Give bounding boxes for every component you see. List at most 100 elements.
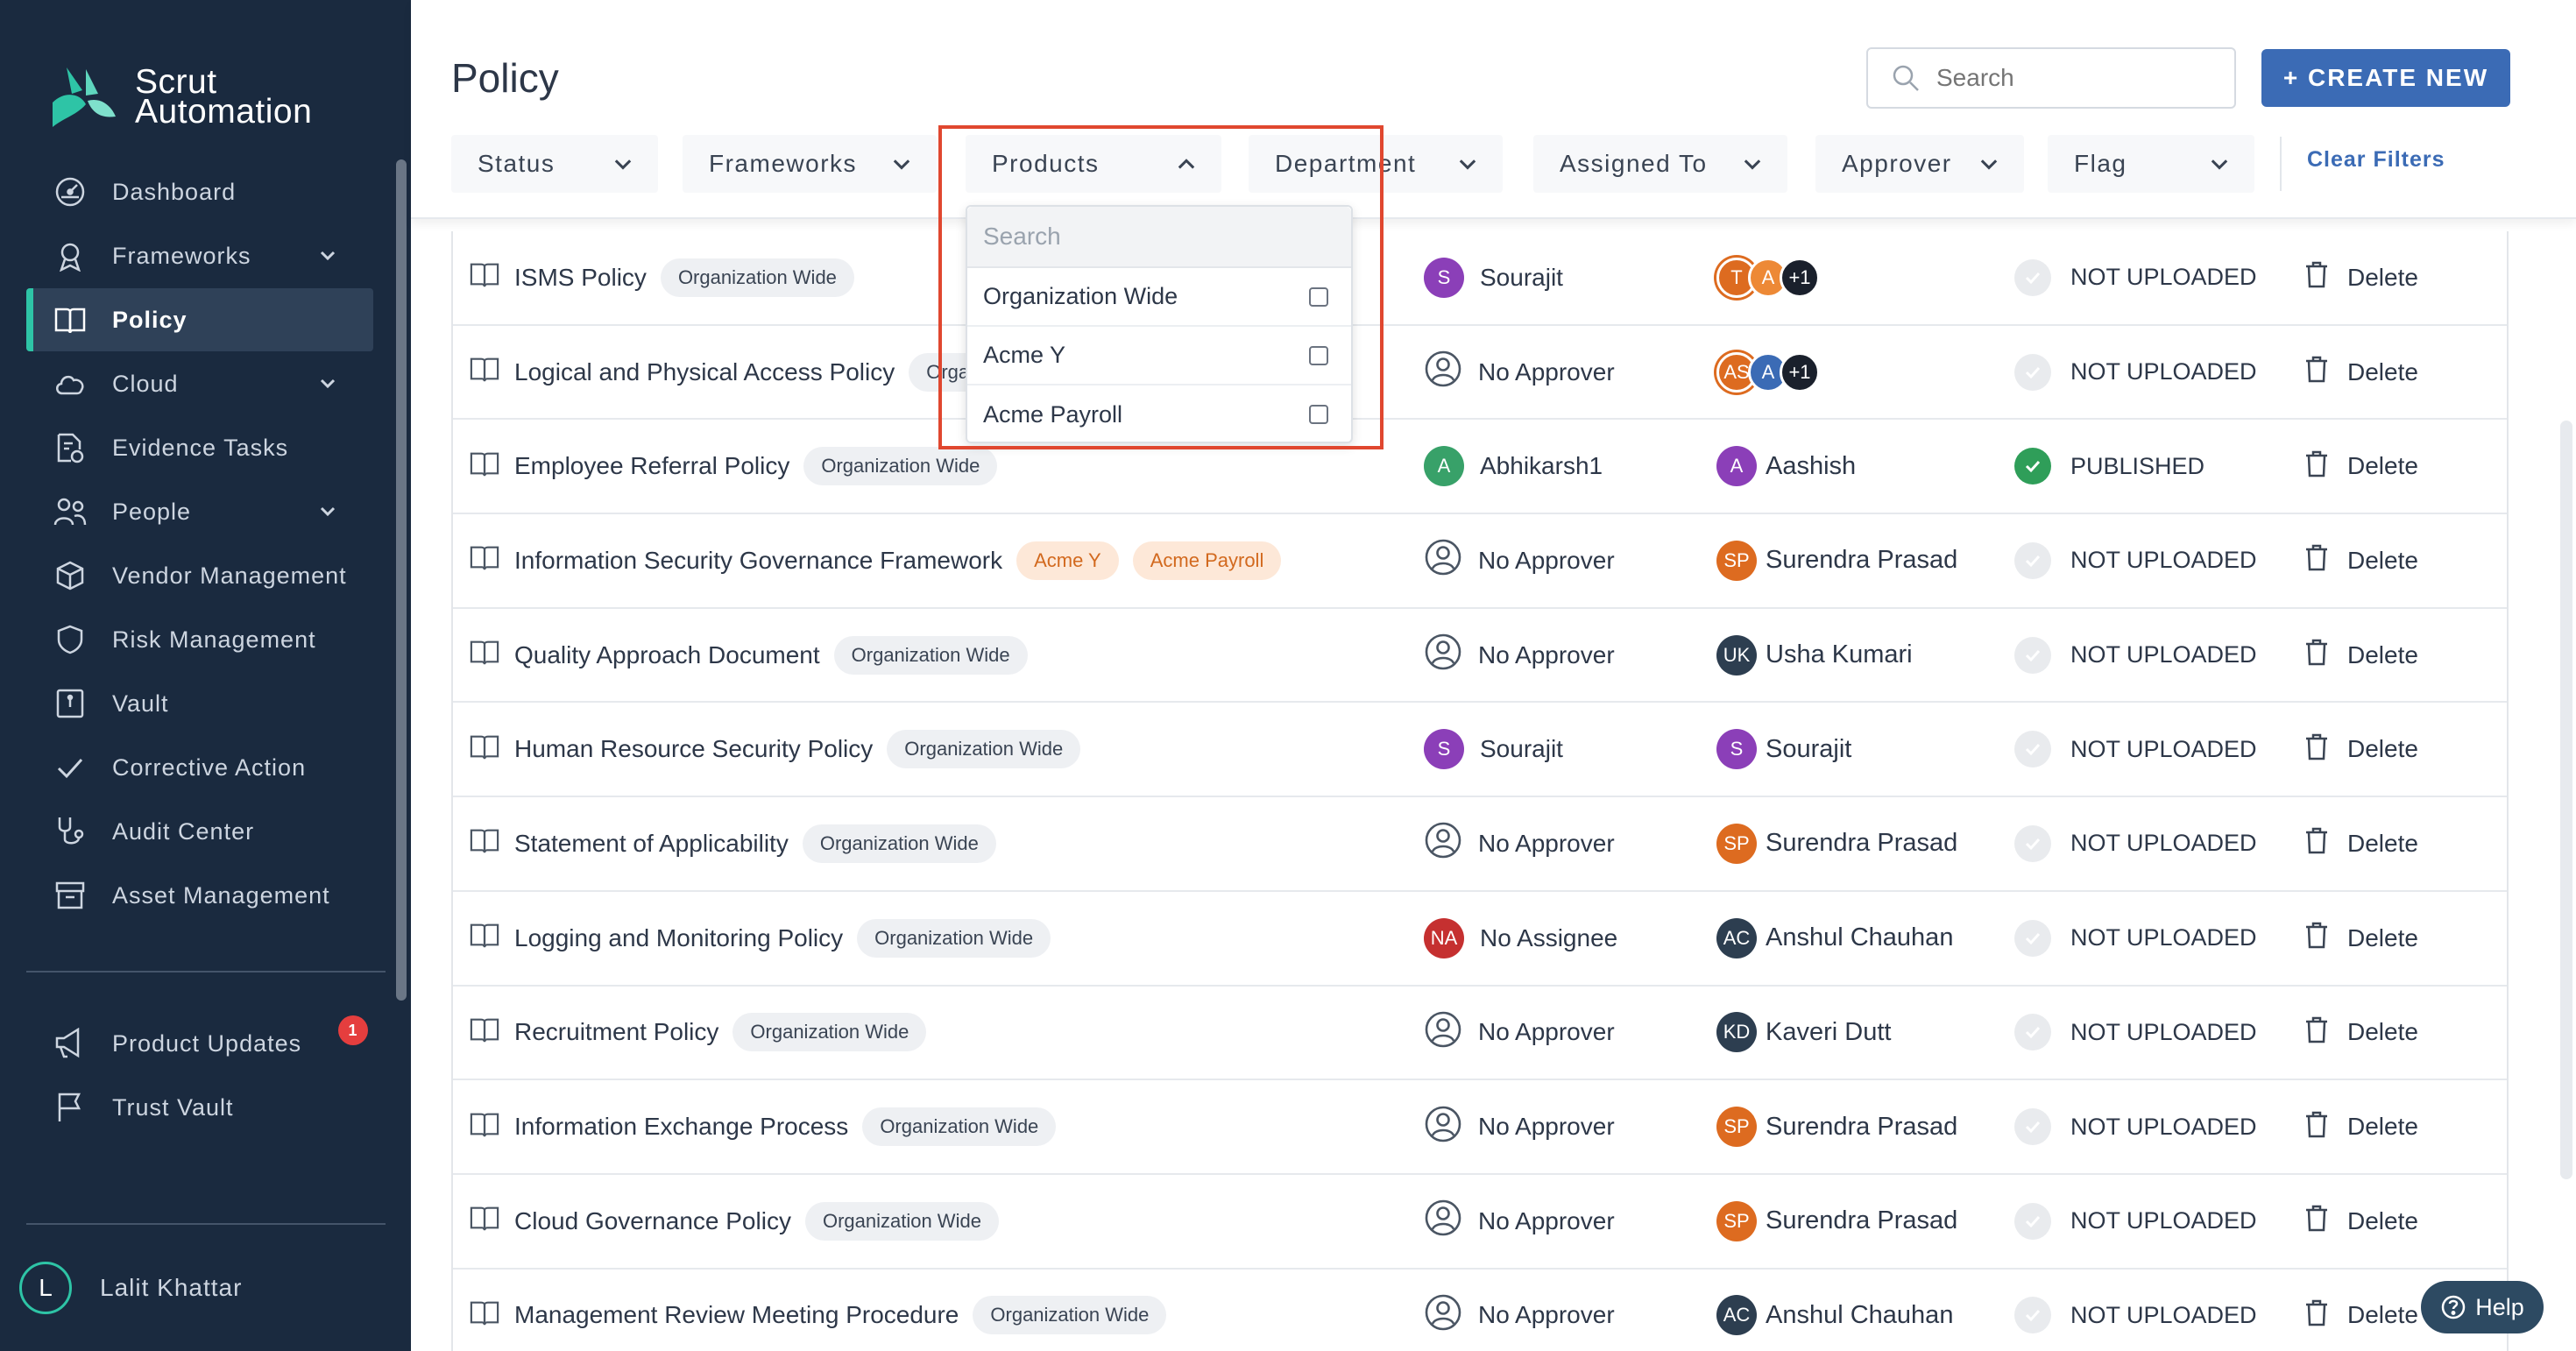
- option-checkbox[interactable]: [1309, 346, 1328, 365]
- table-row[interactable]: Cloud Governance Policy Organization Wide…: [453, 1175, 2507, 1270]
- sidebar-item-vendor-management[interactable]: Vendor Management: [26, 544, 373, 607]
- dropdown-option[interactable]: Acme Y: [967, 327, 1351, 385]
- sidebar-item-asset-management[interactable]: Asset Management: [26, 864, 373, 927]
- delete-button[interactable]: Delete: [2304, 542, 2418, 578]
- delete-button[interactable]: Delete: [2304, 732, 2418, 767]
- table-row[interactable]: Employee Referral Policy Organization Wid…: [453, 420, 2507, 515]
- table-row[interactable]: Recruitment Policy Organization Wide No Ap…: [453, 987, 2507, 1081]
- sidebar-item-audit-center[interactable]: Audit Center: [26, 800, 373, 863]
- policy-name[interactable]: Information Security Governance Framewor…: [514, 547, 1002, 575]
- brand-logo[interactable]: Scrut Automation: [47, 58, 312, 137]
- approver-cell[interactable]: A Abhikarsh1: [1424, 446, 1603, 487]
- sidebar-item-policy[interactable]: Policy: [26, 288, 373, 351]
- delete-button[interactable]: Delete: [2304, 1015, 2418, 1050]
- policy-name[interactable]: Management Review Meeting Procedure: [514, 1301, 959, 1329]
- option-checkbox[interactable]: [1309, 287, 1328, 307]
- policy-name-cell[interactable]: Recruitment Policy Organization Wide: [469, 1013, 927, 1052]
- approver-cell[interactable]: No Approver: [1424, 1199, 1615, 1243]
- policy-name-cell[interactable]: Quality Approach Document Organization Wi…: [469, 635, 1028, 675]
- dropdown-option[interactable]: Organization Wide: [967, 268, 1351, 327]
- policy-name[interactable]: Logical and Physical Access Policy: [514, 358, 895, 386]
- delete-button[interactable]: Delete: [2304, 259, 2418, 295]
- assigned-cell[interactable]: T A +1: [1716, 257, 1820, 298]
- delete-button[interactable]: Delete: [2304, 449, 2418, 485]
- assigned-cell[interactable]: UK Usha Kumari: [1716, 634, 1913, 676]
- policy-name[interactable]: Logging and Monitoring Policy: [514, 924, 843, 952]
- policy-name[interactable]: Quality Approach Document: [514, 641, 820, 669]
- sidebar-item-dashboard[interactable]: Dashboard: [26, 160, 373, 223]
- policy-name-cell[interactable]: ISMS Policy Organization Wide: [469, 258, 854, 297]
- approver-cell[interactable]: No Approver: [1424, 350, 1615, 394]
- policy-name[interactable]: Human Resource Security Policy: [514, 735, 873, 763]
- table-row[interactable]: Quality Approach Document Organization Wi…: [453, 609, 2507, 704]
- sidebar-scrollbar[interactable]: [396, 159, 407, 1001]
- approver-cell[interactable]: No Approver: [1424, 821, 1615, 866]
- table-row[interactable]: Human Resource Security Policy Organizati…: [453, 703, 2507, 798]
- assigned-cell[interactable]: SP Surendra Prasad: [1716, 823, 1957, 864]
- approver-cell[interactable]: No Approver: [1424, 1293, 1615, 1338]
- avatar-stack[interactable]: T A +1: [1716, 257, 1820, 298]
- assigned-cell[interactable]: AC Anshul Chauhan: [1716, 917, 1953, 958]
- assigned-cell[interactable]: A Aashish: [1716, 446, 1856, 487]
- policy-name-cell[interactable]: Information Security Governance Framewor…: [469, 541, 1282, 580]
- policy-name-cell[interactable]: Employee Referral Policy Organization Wid…: [469, 447, 998, 486]
- approver-cell[interactable]: NA No Assignee: [1424, 917, 1617, 958]
- option-checkbox[interactable]: [1309, 405, 1328, 424]
- filter-frameworks[interactable]: Frameworks: [683, 135, 937, 193]
- avatar-stack[interactable]: AS A +1: [1716, 351, 1820, 393]
- delete-button[interactable]: Delete: [2304, 1203, 2418, 1239]
- sidebar-item-corrective-action[interactable]: Corrective Action: [26, 736, 373, 799]
- filter-flag[interactable]: Flag: [2048, 135, 2254, 193]
- table-row[interactable]: Logical and Physical Access Policy Organi…: [453, 326, 2507, 421]
- user-profile[interactable]: L Lalit Khattar: [19, 1262, 242, 1314]
- policy-name[interactable]: Cloud Governance Policy: [514, 1207, 791, 1235]
- approver-cell[interactable]: No Approver: [1424, 633, 1615, 677]
- dropdown-search-input[interactable]: Search: [967, 207, 1351, 268]
- filter-status[interactable]: Status: [451, 135, 658, 193]
- policy-name-cell[interactable]: Statement of Applicability Organization W…: [469, 824, 996, 863]
- search-field[interactable]: [1866, 47, 2236, 109]
- search-input[interactable]: [1936, 64, 2199, 92]
- filter-assigned-to[interactable]: Assigned To: [1533, 135, 1787, 193]
- table-row[interactable]: Management Review Meeting Procedure Organ…: [453, 1270, 2507, 1351]
- create-new-button[interactable]: + CREATE NEW: [2261, 49, 2510, 107]
- filter-department[interactable]: Department: [1249, 135, 1503, 193]
- sidebar-item-evidence-tasks[interactable]: Evidence Tasks: [26, 416, 373, 479]
- delete-button[interactable]: Delete: [2304, 1109, 2418, 1145]
- table-row[interactable]: ISMS Policy Organization Wide S Sourajit T A +…: [453, 231, 2507, 326]
- assigned-cell[interactable]: AC Anshul Chauhan: [1716, 1295, 1953, 1336]
- table-row[interactable]: Logging and Monitoring Policy Organizatio…: [453, 892, 2507, 987]
- policy-name[interactable]: Recruitment Policy: [514, 1018, 718, 1046]
- assigned-cell[interactable]: SP Surendra Prasad: [1716, 1200, 1957, 1241]
- sidebar-item-frameworks[interactable]: Frameworks: [26, 224, 373, 287]
- sidebar-item-people[interactable]: People: [26, 480, 373, 543]
- table-row[interactable]: Information Security Governance Framewor…: [453, 514, 2507, 609]
- policy-name-cell[interactable]: Cloud Governance Policy Organization Wide: [469, 1201, 999, 1241]
- approver-cell[interactable]: S Sourajit: [1424, 729, 1563, 770]
- sidebar-item-vault[interactable]: Vault: [26, 672, 373, 735]
- help-button[interactable]: Help: [2421, 1281, 2544, 1333]
- policy-name-cell[interactable]: Human Resource Security Policy Organizati…: [469, 730, 1081, 769]
- delete-button[interactable]: Delete: [2304, 354, 2418, 390]
- assigned-cell[interactable]: AS A +1: [1716, 351, 1820, 393]
- policy-name[interactable]: ISMS Policy: [514, 264, 647, 292]
- filter-approver[interactable]: Approver: [1815, 135, 2024, 193]
- assigned-cell[interactable]: SP Surendra Prasad: [1716, 1107, 1957, 1148]
- approver-cell[interactable]: S Sourajit: [1424, 257, 1563, 298]
- sidebar-item-cloud[interactable]: Cloud: [26, 352, 373, 415]
- sidebar-item-risk-management[interactable]: Risk Management: [26, 608, 373, 671]
- assigned-cell[interactable]: S Sourajit: [1716, 729, 1851, 770]
- policy-name-cell[interactable]: Information Exchange Process Organization…: [469, 1107, 1057, 1147]
- policy-name-cell[interactable]: Logging and Monitoring Policy Organizatio…: [469, 918, 1051, 958]
- clear-filters-link[interactable]: Clear Filters: [2307, 147, 2445, 173]
- delete-button[interactable]: Delete: [2304, 920, 2418, 956]
- approver-cell[interactable]: No Approver: [1424, 1105, 1615, 1149]
- assigned-cell[interactable]: KD Kaveri Dutt: [1716, 1012, 1891, 1053]
- assigned-cell[interactable]: SP Surendra Prasad: [1716, 540, 1957, 581]
- policy-name-cell[interactable]: Logical and Physical Access Policy Organi…: [469, 352, 1012, 392]
- delete-button[interactable]: Delete: [2304, 825, 2418, 861]
- sidebar-item-product-updates[interactable]: Product Updates 1: [26, 1012, 373, 1075]
- policy-name-cell[interactable]: Management Review Meeting Procedure Organ…: [469, 1296, 1167, 1335]
- dropdown-option[interactable]: Acme Payroll: [967, 385, 1351, 444]
- policy-name[interactable]: Employee Referral Policy: [514, 452, 789, 480]
